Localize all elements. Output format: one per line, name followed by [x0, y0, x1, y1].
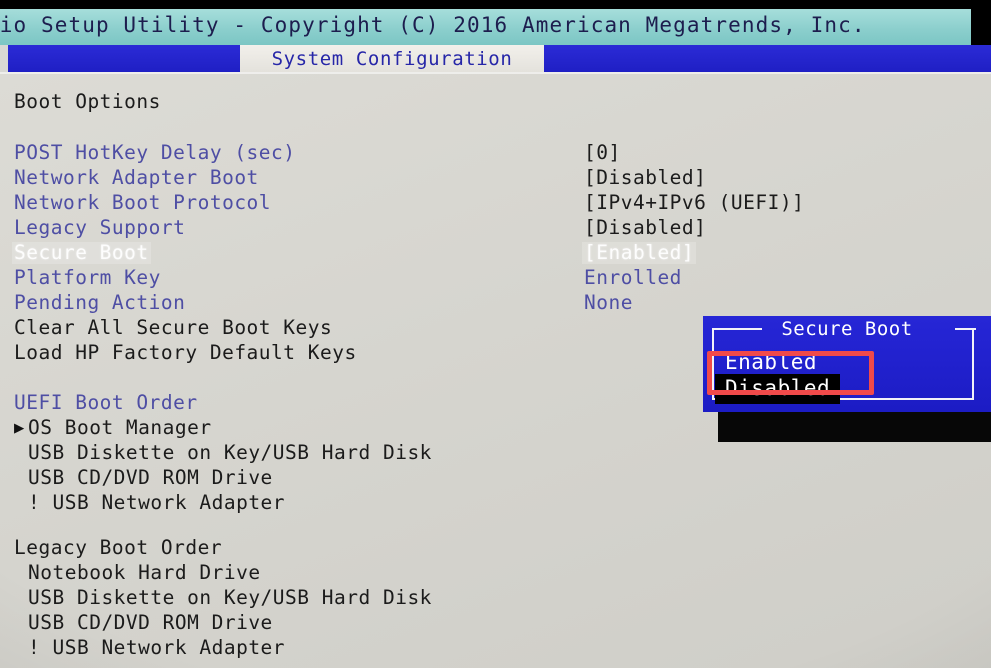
- setting-value-network-boot-protocol[interactable]: [IPv4+IPv6 (UEFI)]: [584, 192, 804, 214]
- setting-value-secure-boot[interactable]: [Enabled]: [582, 242, 697, 264]
- legacy-boot-item-notebook-hard-drive[interactable]: Notebook Hard Drive: [28, 562, 261, 584]
- title-bar-text: tio Setup Utility - Copyright (C) 2016 A…: [0, 13, 866, 37]
- secure-boot-dialog: Secure Boot Enabled Disabled: [703, 316, 991, 412]
- setting-value-legacy-support[interactable]: [Disabled]: [584, 217, 706, 239]
- panel-top-divider: [0, 72, 991, 74]
- secure-boot-dialog-title: Secure Boot: [781, 318, 913, 340]
- setting-label-platform-key: Platform Key: [14, 266, 161, 289]
- setting-label-network-boot-protocol[interactable]: Network Boot Protocol: [14, 192, 271, 214]
- setting-label-legacy-support[interactable]: Legacy Support: [14, 217, 185, 239]
- legacy-boot-order-heading: Legacy Boot Order: [14, 536, 223, 559]
- legacy-boot-item-usb-diskette[interactable]: USB Diskette on Key/USB Hard Disk: [28, 587, 432, 609]
- tab-bar-left-edge: [0, 45, 8, 72]
- tab-system-configuration-label: System Configuration: [271, 48, 513, 70]
- setting-value-network-adapter-boot[interactable]: [Disabled]: [584, 167, 706, 189]
- setting-label-post-hotkey-delay[interactable]: POST HotKey Delay (sec): [14, 142, 296, 164]
- setting-label-load-hp-factory-default-keys[interactable]: Load HP Factory Default Keys: [14, 342, 357, 364]
- dialog-option-disabled[interactable]: Disabled: [715, 374, 841, 404]
- uefi-boot-order-heading: UEFI Boot Order: [14, 391, 198, 414]
- setting-label-clear-all-secure-boot-keys[interactable]: Clear All Secure Boot Keys: [14, 317, 332, 339]
- dialog-drop-shadow: [718, 412, 991, 442]
- uefi-boot-item-os-boot-manager[interactable]: OS Boot Manager: [28, 417, 212, 439]
- bios-setup-screen: tio Setup Utility - Copyright (C) 2016 A…: [0, 0, 991, 668]
- uefi-boot-item-usb-cddvd[interactable]: USB CD/DVD ROM Drive: [28, 467, 273, 489]
- setting-label-secure-boot[interactable]: Secure Boot: [12, 242, 151, 264]
- setting-value-platform-key: Enrolled: [584, 266, 682, 289]
- tab-system-configuration[interactable]: System Configuration: [240, 45, 544, 72]
- uefi-boot-item-usb-diskette[interactable]: USB Diskette on Key/USB Hard Disk: [28, 442, 432, 464]
- section-title-boot-options: Boot Options: [14, 90, 161, 113]
- legacy-boot-item-usb-cddvd[interactable]: USB CD/DVD ROM Drive: [28, 612, 273, 634]
- setting-value-post-hotkey-delay[interactable]: [0]: [584, 142, 621, 164]
- legacy-boot-item-usb-network-adapter[interactable]: ! USB Network Adapter: [28, 637, 285, 659]
- title-bar: tio Setup Utility - Copyright (C) 2016 A…: [0, 9, 971, 45]
- uefi-boot-item-usb-network-adapter[interactable]: ! USB Network Adapter: [28, 492, 285, 514]
- setting-value-pending-action: None: [584, 291, 633, 314]
- dialog-option-enabled[interactable]: Enabled: [725, 349, 817, 376]
- boot-entry-pointer-icon: ▶: [14, 418, 25, 438]
- setting-label-pending-action: Pending Action: [14, 291, 186, 314]
- setting-label-network-adapter-boot[interactable]: Network Adapter Boot: [14, 167, 259, 189]
